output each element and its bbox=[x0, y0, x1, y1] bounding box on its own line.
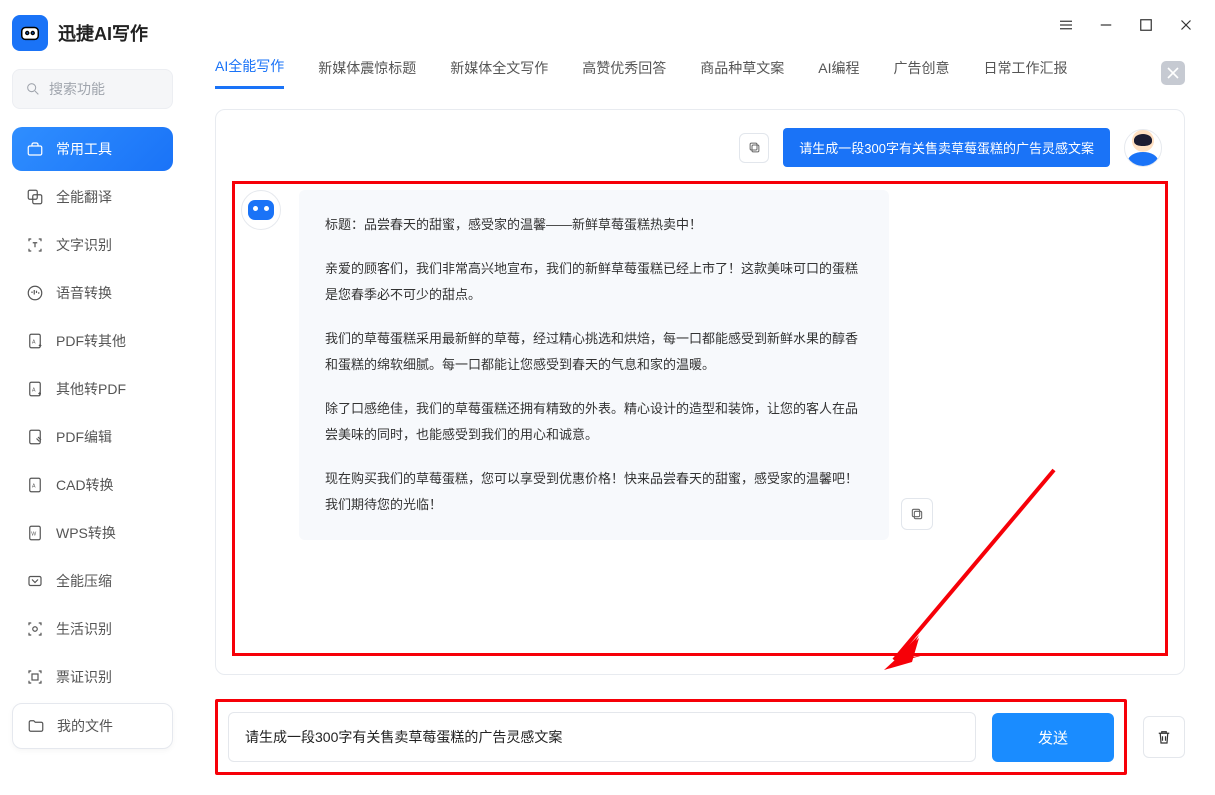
sidebar-item-my-files[interactable]: 我的文件 bbox=[12, 703, 173, 749]
sidebar-item-label: 语音转换 bbox=[56, 283, 112, 303]
sidebar-item-tools[interactable]: 常用工具 bbox=[12, 127, 173, 171]
pdf-in-icon: A bbox=[26, 380, 44, 398]
sidebar-item-ticket[interactable]: 票证识别 bbox=[12, 655, 173, 699]
sidebar-item-life-scan[interactable]: 生活识别 bbox=[12, 607, 173, 651]
pdf-edit-icon bbox=[26, 428, 44, 446]
ai-avatar bbox=[241, 190, 281, 230]
copy-ai-button[interactable] bbox=[901, 498, 933, 530]
sidebar-item-label: 常用工具 bbox=[56, 139, 112, 159]
sidebar-item-audio[interactable]: 语音转换 bbox=[12, 271, 173, 315]
sidebar-item-label: PDF编辑 bbox=[56, 427, 112, 447]
svg-text:A: A bbox=[32, 483, 36, 489]
chat-card: 请生成一段300字有关售卖草莓蛋糕的广告灵感文案 标题：品尝春天的甜蜜，感受家的… bbox=[215, 109, 1185, 675]
ai-message-bubble: 标题：品尝春天的甜蜜，感受家的温馨——新鲜草莓蛋糕热卖中！ 亲爱的顾客们，我们非… bbox=[299, 190, 889, 540]
user-avatar bbox=[1124, 129, 1162, 167]
tab-product-copy[interactable]: 商品种草文案 bbox=[700, 58, 784, 88]
sidebar-item-label: 我的文件 bbox=[57, 716, 113, 736]
ai-paragraph: 除了口感绝佳，我们的草莓蛋糕还拥有精致的外表。精心设计的造型和装饰，让您的客人在… bbox=[325, 396, 863, 448]
svg-text:A: A bbox=[32, 339, 36, 345]
tabs-bar: AI全能写作 新媒体震惊标题 新媒体全文写作 高赞优秀回答 商品种草文案 AI编… bbox=[185, 40, 1215, 89]
sidebar-item-cad[interactable]: A CAD转换 bbox=[12, 463, 173, 507]
send-button[interactable]: 发送 bbox=[992, 713, 1114, 762]
sidebar-item-label: PDF转其他 bbox=[56, 331, 126, 351]
minimize-icon[interactable] bbox=[1097, 16, 1115, 34]
sidebar: 迅捷AI写作 搜索功能 常用工具 全能翻译 文字识别 语音转换 A PDF转其他… bbox=[0, 0, 185, 795]
close-icon[interactable] bbox=[1177, 16, 1195, 34]
ai-paragraph: 现在购买我们的草莓蛋糕，您可以享受到优惠价格！快来品尝春天的甜蜜，感受家的温馨吧… bbox=[325, 466, 863, 518]
sidebar-item-pdf-in[interactable]: A 其他转PDF bbox=[12, 367, 173, 411]
sidebar-item-label: 文字识别 bbox=[56, 235, 112, 255]
sidebar-item-translate[interactable]: 全能翻译 bbox=[12, 175, 173, 219]
sidebar-item-label: 生活识别 bbox=[56, 619, 112, 639]
tab-media-title[interactable]: 新媒体震惊标题 bbox=[318, 58, 416, 88]
input-highlight: 请生成一段300字有关售卖草莓蛋糕的广告灵感文案 发送 bbox=[215, 699, 1127, 775]
sidebar-item-compress[interactable]: 全能压缩 bbox=[12, 559, 173, 603]
sidebar-item-pdf-out[interactable]: A PDF转其他 bbox=[12, 319, 173, 363]
sidebar-item-pdf-edit[interactable]: PDF编辑 bbox=[12, 415, 173, 459]
tab-ai-code[interactable]: AI编程 bbox=[818, 58, 859, 88]
search-icon bbox=[25, 81, 41, 97]
svg-text:A: A bbox=[32, 387, 36, 393]
tab-work-report[interactable]: 日常工作汇报 bbox=[983, 58, 1067, 88]
app-logo: 迅捷AI写作 bbox=[12, 15, 173, 51]
folder-icon bbox=[27, 717, 45, 735]
tab-ad-idea[interactable]: 广告创意 bbox=[893, 58, 949, 88]
sidebar-item-label: 票证识别 bbox=[56, 667, 112, 687]
sidebar-item-label: 全能翻译 bbox=[56, 187, 112, 207]
copy-user-button[interactable] bbox=[739, 133, 769, 163]
prompt-input[interactable]: 请生成一段300字有关售卖草莓蛋糕的广告灵感文案 bbox=[228, 712, 976, 762]
ocr-icon bbox=[26, 236, 44, 254]
wps-icon: W bbox=[26, 524, 44, 542]
main-panel: AI全能写作 新媒体震惊标题 新媒体全文写作 高赞优秀回答 商品种草文案 AI编… bbox=[185, 0, 1215, 795]
app-title: 迅捷AI写作 bbox=[58, 20, 148, 46]
logo-icon bbox=[12, 15, 48, 51]
input-row: 请生成一段300字有关售卖草莓蛋糕的广告灵感文案 发送 bbox=[185, 685, 1215, 795]
sidebar-item-wps[interactable]: W WPS转换 bbox=[12, 511, 173, 555]
ai-paragraph: 标题：品尝春天的甜蜜，感受家的温馨——新鲜草莓蛋糕热卖中！ bbox=[325, 212, 863, 238]
titlebar bbox=[185, 0, 1215, 40]
tab-top-answer[interactable]: 高赞优秀回答 bbox=[582, 58, 666, 88]
sidebar-item-label: 全能压缩 bbox=[56, 571, 112, 591]
ai-response-highlight: 标题：品尝春天的甜蜜，感受家的温馨——新鲜草莓蛋糕热卖中！ 亲爱的顾客们，我们非… bbox=[232, 181, 1168, 656]
translate-icon bbox=[26, 188, 44, 206]
search-input[interactable]: 搜索功能 bbox=[12, 69, 173, 109]
sidebar-item-label: 其他转PDF bbox=[56, 379, 126, 399]
clear-button[interactable] bbox=[1143, 716, 1185, 758]
sidebar-item-label: CAD转换 bbox=[56, 475, 114, 495]
maximize-icon[interactable] bbox=[1137, 16, 1155, 34]
cad-icon: A bbox=[26, 476, 44, 494]
sidebar-item-label: WPS转换 bbox=[56, 523, 116, 543]
ai-message-row: 标题：品尝春天的甜蜜，感受家的温馨——新鲜草莓蛋糕热卖中！ 亲爱的顾客们，我们非… bbox=[241, 190, 1159, 540]
tab-media-full[interactable]: 新媒体全文写作 bbox=[450, 58, 548, 88]
search-placeholder: 搜索功能 bbox=[49, 79, 105, 99]
ai-paragraph: 我们的草莓蛋糕采用最新鲜的草莓，经过精心挑选和烘焙，每一口都能感受到新鲜水果的醇… bbox=[325, 326, 863, 378]
ai-paragraph: 亲爱的顾客们，我们非常高兴地宣布，我们的新鲜草莓蛋糕已经上市了！这款美味可口的蛋… bbox=[325, 256, 863, 308]
tab-ai-write[interactable]: AI全能写作 bbox=[215, 56, 284, 89]
audio-icon bbox=[26, 284, 44, 302]
ticket-icon bbox=[26, 668, 44, 686]
menu-icon[interactable] bbox=[1057, 16, 1075, 34]
user-message-row: 请生成一段300字有关售卖草莓蛋糕的广告灵感文案 bbox=[238, 128, 1162, 167]
pdf-out-icon: A bbox=[26, 332, 44, 350]
toolbox-icon bbox=[26, 140, 44, 158]
sidebar-item-ocr[interactable]: 文字识别 bbox=[12, 223, 173, 267]
close-tabs-icon[interactable] bbox=[1161, 61, 1185, 85]
life-scan-icon bbox=[26, 620, 44, 638]
svg-text:W: W bbox=[31, 531, 36, 537]
compress-icon bbox=[26, 572, 44, 590]
user-message-bubble: 请生成一段300字有关售卖草莓蛋糕的广告灵感文案 bbox=[783, 128, 1110, 167]
